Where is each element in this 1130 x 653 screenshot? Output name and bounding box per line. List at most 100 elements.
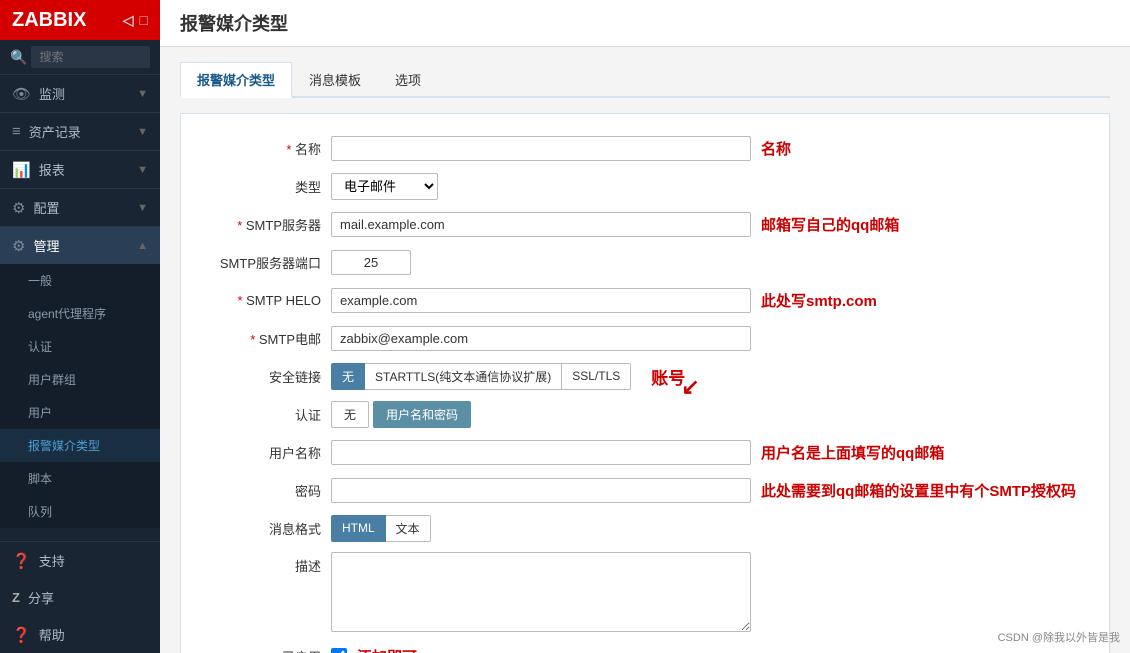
msg-format-btn-group: HTML 文本 xyxy=(331,515,431,542)
annotation-account: 账号 ↙ xyxy=(651,364,685,389)
sidebar-search-container: 🔍 xyxy=(0,40,160,74)
sidebar-item-label-manage: 管理 xyxy=(33,236,59,255)
nav-config[interactable]: ⚙ 配置 ▼ xyxy=(0,188,160,226)
row-desc: 描述 xyxy=(201,552,1089,632)
sidebar-item-monitor[interactable]: 👁 监测 ▼ xyxy=(0,75,160,112)
logo-text: ZABBIX xyxy=(12,9,86,32)
sidebar-item-label-reports: 报表 xyxy=(39,160,65,179)
sidebar-item-usergroup[interactable]: 用户群组 xyxy=(0,363,160,396)
sidebar-item-share[interactable]: Z 分享 xyxy=(0,579,160,616)
input-smtp-helo[interactable] xyxy=(331,288,751,313)
annotation-smtp: 邮箱写自己的qq邮箱 xyxy=(761,214,899,235)
row-enabled: 已启用 添加即可 xyxy=(201,642,1089,653)
manage-icon: ⚙ xyxy=(12,237,25,255)
sidebar-item-agent[interactable]: agent代理程序 xyxy=(0,297,160,330)
label-smtp-helo: SMTP HELO xyxy=(201,293,331,308)
sidebar-item-auth[interactable]: 认证 xyxy=(0,330,160,363)
row-password: 密码 此处需要到qq邮箱的设置里中有个SMTP授权码 xyxy=(201,476,1089,504)
nav-assets[interactable]: ≡ 资产记录 ▼ xyxy=(0,112,160,150)
forward-icon[interactable]: □ xyxy=(140,12,148,29)
sidebar-item-label-help: 帮助 xyxy=(39,625,65,644)
sidebar-item-label-config: 配置 xyxy=(33,198,59,217)
checkbox-enabled[interactable] xyxy=(331,648,347,653)
input-username[interactable] xyxy=(331,440,751,465)
label-password: 密码 xyxy=(201,481,331,500)
row-smtp-server: SMTP服务器 邮箱写自己的qq邮箱 xyxy=(201,210,1089,238)
sidebar-item-label-monitor: 监测 xyxy=(39,84,65,103)
label-smtp-port: SMTP服务器端口 xyxy=(201,253,331,272)
row-msg-format: 消息格式 HTML 文本 xyxy=(201,514,1089,542)
security-btn-group: 无 STARTTLS(纯文本通信协议扩展) SSL/TLS xyxy=(331,363,631,390)
sidebar-item-general[interactable]: 一般 xyxy=(0,264,160,297)
red-arrow-icon: ↙ xyxy=(681,374,699,400)
sidebar-item-assets[interactable]: ≡ 资产记录 ▼ xyxy=(0,113,160,150)
textarea-desc[interactable] xyxy=(331,552,751,632)
sidebar-item-scripts[interactable]: 脚本 xyxy=(0,462,160,495)
annotation-password: 此处需要到qq邮箱的设置里中有个SMTP授权码 xyxy=(761,480,1076,501)
sidebar-item-queue[interactable]: 队列 xyxy=(0,495,160,528)
sidebar-item-manage[interactable]: ⚙ 管理 ▲ xyxy=(0,227,160,264)
input-smtp-port[interactable] xyxy=(331,250,411,275)
nav-reports[interactable]: 📊 报表 ▼ xyxy=(0,150,160,188)
chevron-assets: ▼ xyxy=(137,126,148,138)
nav-manage[interactable]: ⚙ 管理 ▲ 一般 agent代理程序 认证 用户群组 用户 报警媒介类型 xyxy=(0,226,160,528)
chevron-reports: ▼ xyxy=(137,164,148,176)
nav-monitor[interactable]: 👁 监测 ▼ xyxy=(0,74,160,112)
input-smtp-email[interactable] xyxy=(331,326,751,351)
label-smtp-server: SMTP服务器 xyxy=(201,215,331,234)
sidebar-item-label-support: 支持 xyxy=(39,551,65,570)
sidebar: ZABBIX ◁ □ 🔍 👁 监测 ▼ ≡ 资产记录 ▼ � xyxy=(0,0,160,653)
sidebar-item-config[interactable]: ⚙ 配置 ▼ xyxy=(0,189,160,226)
tab-mediatype[interactable]: 报警媒介类型 xyxy=(180,62,292,98)
auth-btn-userpass[interactable]: 用户名和密码 xyxy=(373,401,471,428)
chevron-config: ▼ xyxy=(137,202,148,214)
label-msg-format: 消息格式 xyxy=(201,519,331,538)
tab-options[interactable]: 选项 xyxy=(378,62,438,98)
chevron-monitor: ▼ xyxy=(137,88,148,100)
annotation-helo: 此处写smtp.com xyxy=(761,290,877,311)
monitor-icon: 👁 xyxy=(12,85,31,103)
row-type: 类型 电子邮件 xyxy=(201,172,1089,200)
annotation-enabled: 添加即可 xyxy=(357,646,417,653)
tab-messages[interactable]: 消息模板 xyxy=(292,62,378,98)
sidebar-item-support[interactable]: ❓ 支持 xyxy=(0,542,160,579)
msg-format-text[interactable]: 文本 xyxy=(386,515,431,542)
label-username: 用户名称 xyxy=(201,443,331,462)
msg-format-html[interactable]: HTML xyxy=(331,515,386,542)
input-name[interactable] xyxy=(331,136,751,161)
sidebar-item-help[interactable]: ❓ 帮助 xyxy=(0,616,160,653)
security-btn-none[interactable]: 无 xyxy=(331,363,365,390)
sidebar-item-label-assets: 资产记录 xyxy=(29,122,81,141)
back-icon[interactable]: ◁ xyxy=(123,12,134,29)
search-input[interactable] xyxy=(31,46,150,68)
sidebar-bottom: ❓ 支持 Z 分享 ❓ 帮助 xyxy=(0,541,160,653)
sidebar-item-reports[interactable]: 📊 报表 ▼ xyxy=(0,151,160,188)
auth-btn-none[interactable]: 无 xyxy=(331,401,369,428)
support-icon: ❓ xyxy=(12,552,31,570)
label-enabled: 已启用 xyxy=(201,647,331,653)
sidebar-item-users[interactable]: 用户 xyxy=(0,396,160,429)
label-smtp-email: SMTP电邮 xyxy=(201,329,331,348)
annotation-username: 用户名是上面填写的qq邮箱 xyxy=(761,442,944,463)
security-btn-starttls[interactable]: STARTTLS(纯文本通信协议扩展) xyxy=(365,363,562,390)
main-body: 报警媒介类型 消息模板 选项 名称 名称 类型 电子邮件 xyxy=(160,47,1130,653)
input-smtp-server[interactable] xyxy=(331,212,751,237)
chevron-manage: ▲ xyxy=(137,240,148,252)
security-btn-ssl[interactable]: SSL/TLS xyxy=(562,363,631,390)
manage-submenu: 一般 agent代理程序 认证 用户群组 用户 报警媒介类型 脚本 队列 xyxy=(0,264,160,528)
row-name: 名称 名称 xyxy=(201,134,1089,162)
sidebar-item-mediatype[interactable]: 报警媒介类型 xyxy=(0,429,160,462)
assets-icon: ≡ xyxy=(12,123,21,140)
input-password[interactable] xyxy=(331,478,751,503)
label-auth: 认证 xyxy=(201,405,331,424)
page-title: 报警媒介类型 xyxy=(160,0,1130,47)
sidebar-item-label-share: 分享 xyxy=(28,588,54,607)
select-type[interactable]: 电子邮件 xyxy=(331,173,438,200)
row-smtp-port: SMTP服务器端口 xyxy=(201,248,1089,276)
tab-bar: 报警媒介类型 消息模板 选项 xyxy=(180,62,1110,98)
label-name: 名称 xyxy=(201,139,331,158)
row-security: 安全链接 无 STARTTLS(纯文本通信协议扩展) SSL/TLS 账号 ↙ xyxy=(201,362,1089,390)
annotation-name: 名称 xyxy=(761,138,791,159)
main-content: 报警媒介类型 报警媒介类型 消息模板 选项 名称 名称 类型 xyxy=(160,0,1130,653)
label-security: 安全链接 xyxy=(201,367,331,386)
